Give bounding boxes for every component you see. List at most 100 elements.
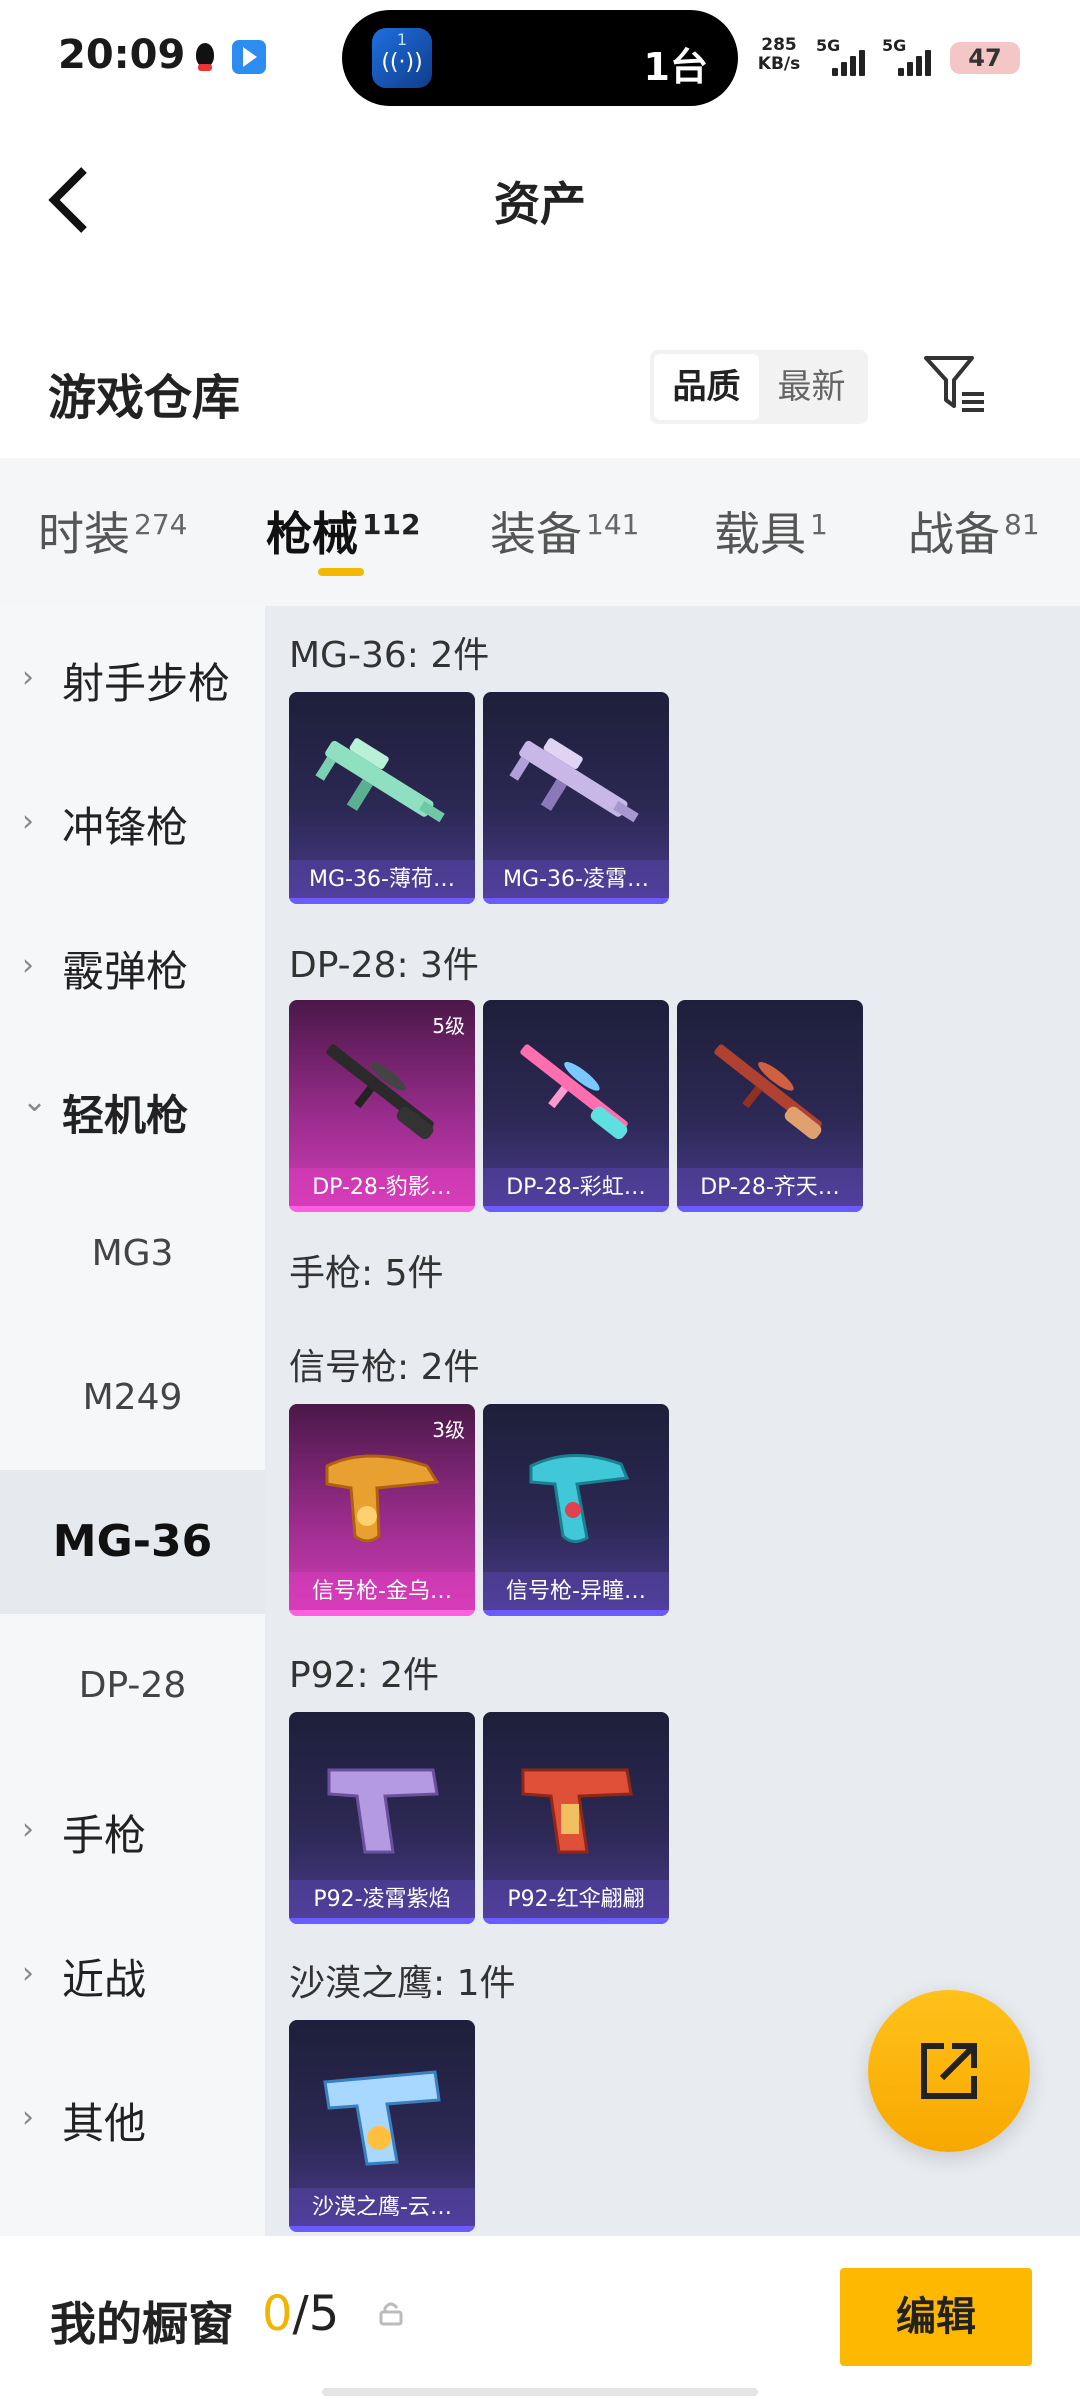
sidebar-subitem-dp28[interactable]: DP-28 bbox=[0, 1614, 265, 1758]
weapon-card[interactable]: MG-36-凌霄… bbox=[483, 692, 669, 904]
pistol-skin-icon bbox=[323, 2070, 441, 2166]
network-speed-unit: KB/s bbox=[757, 54, 801, 74]
weapon-card[interactable]: P92-红伞翩翩 bbox=[483, 1712, 669, 1924]
tab-weapons[interactable]: 枪械 112 bbox=[266, 498, 420, 564]
flare-gun-skin-icon bbox=[325, 1454, 440, 1543]
weapon-name: 信号枪-异瞳… bbox=[483, 1572, 669, 1612]
lmg-skin-icon bbox=[520, 1044, 628, 1140]
tab-label: 载具 bbox=[714, 507, 806, 561]
sidebar-item-pistol[interactable]: › 手枪 bbox=[0, 1758, 265, 1902]
tab-fashion[interactable]: 时装 274 bbox=[38, 498, 187, 564]
showcase-label: 我的橱窗 bbox=[50, 2297, 234, 2351]
group-title: 信号枪: 2件 bbox=[289, 1347, 480, 1388]
weapon-name: 信号枪-金乌… bbox=[289, 1572, 475, 1612]
island-device-count: 1台 bbox=[643, 45, 708, 89]
rarity-bar bbox=[289, 898, 475, 904]
hotspot-count: 1 bbox=[396, 30, 408, 49]
sidebar-item-label: 冲锋枪 bbox=[62, 803, 189, 852]
weapon-card[interactable]: 5级 DP-28-豹影… bbox=[289, 1000, 475, 1212]
rarity-bar bbox=[483, 1610, 669, 1616]
flare-gun-skin-icon bbox=[529, 1454, 630, 1543]
chevron-right-icon: › bbox=[22, 1812, 34, 1847]
rarity-bar bbox=[289, 1918, 475, 1924]
weapon-name: DP-28-齐天… bbox=[677, 1168, 863, 1208]
weapon-card[interactable]: 信号枪-异瞳… bbox=[483, 1404, 669, 1616]
network-speed-value: 285 bbox=[761, 35, 797, 55]
tab-equipment[interactable]: 装备 141 bbox=[490, 498, 639, 564]
filter-button[interactable] bbox=[920, 350, 990, 420]
weapon-name: P92-红伞翩翩 bbox=[483, 1880, 669, 1920]
network-speed: 285 KB/s bbox=[756, 36, 802, 74]
sort-toggle: 品质 最新 bbox=[650, 350, 868, 424]
tab-vehicles[interactable]: 载具 1 bbox=[714, 498, 828, 564]
rarity-bar bbox=[483, 1918, 669, 1924]
filter-icon bbox=[924, 356, 984, 412]
section-title: 游戏仓库 bbox=[48, 370, 241, 426]
group-title: 手枪: 5件 bbox=[289, 1253, 444, 1294]
home-indicator[interactable] bbox=[322, 2388, 758, 2396]
sort-by-quality[interactable]: 品质 bbox=[654, 354, 759, 420]
sidebar-item-lmg[interactable]: ⌄ 轻机枪 bbox=[0, 1038, 265, 1182]
lmg-skin-icon bbox=[326, 1044, 434, 1140]
sidebar-item-other[interactable]: › 其他 bbox=[0, 2046, 265, 2190]
tab-label: 战备 bbox=[908, 507, 1000, 561]
weapon-card[interactable]: 3级 信号枪-金乌… bbox=[289, 1404, 475, 1616]
share-button[interactable] bbox=[868, 1990, 1030, 2152]
group-title: 沙漠之鹰: 1件 bbox=[289, 1963, 516, 2004]
tab-count: 81 bbox=[1004, 507, 1040, 541]
weapon-name: P92-凌霄紫焰 bbox=[289, 1880, 475, 1920]
sidebar-item-shotgun[interactable]: › 霰弹枪 bbox=[0, 894, 265, 1038]
rarity-bar bbox=[289, 2226, 475, 2232]
showcase-current: 0 bbox=[262, 2286, 293, 2342]
qq-notification-icon bbox=[188, 40, 222, 74]
weapon-name: DP-28-豹影… bbox=[289, 1168, 475, 1208]
battery-icon: 47 bbox=[950, 42, 1020, 74]
dynamic-island[interactable]: 1 ((·)) 1台 bbox=[342, 10, 738, 106]
weapon-name: 沙漠之鹰-云… bbox=[289, 2188, 475, 2228]
chevron-right-icon: › bbox=[22, 804, 34, 839]
chevron-right-icon: › bbox=[22, 660, 34, 695]
sidebar-subitem-m249[interactable]: M249 bbox=[0, 1326, 265, 1470]
rarity-bar bbox=[289, 1610, 475, 1616]
weapon-category-sidebar: › 射手步枪 › 冲锋枪 › 霰弹枪 ⌄ 轻机枪 MG3 M249 MG-36 … bbox=[0, 606, 265, 2236]
weapon-name: MG-36-凌霄… bbox=[483, 860, 669, 900]
tab-label: 时装 bbox=[38, 507, 130, 561]
sidebar-subitem-mg3[interactable]: MG3 bbox=[0, 1182, 265, 1326]
weapon-name: MG-36-薄荷… bbox=[289, 860, 475, 900]
showcase-count: 0/5 bbox=[262, 2286, 339, 2342]
sidebar-item-melee[interactable]: › 近战 bbox=[0, 1902, 265, 2046]
tab-supplies[interactable]: 战备 81 bbox=[908, 498, 1040, 564]
sort-by-newest[interactable]: 最新 bbox=[759, 354, 864, 420]
rifle-skin-icon bbox=[315, 738, 445, 823]
sidebar-item-label: 霰弹枪 bbox=[62, 947, 189, 996]
weapon-card[interactable]: MG-36-薄荷… bbox=[289, 692, 475, 904]
hotspot-app-icon: 1 ((·)) bbox=[372, 28, 432, 88]
pistol-skin-icon bbox=[327, 1768, 439, 1854]
sidebar-subitem-mg36[interactable]: MG-36 bbox=[0, 1470, 265, 1614]
rarity-bar bbox=[289, 1206, 475, 1212]
chevron-right-icon: › bbox=[22, 948, 34, 983]
chevron-down-icon: ⌄ bbox=[22, 1084, 48, 1119]
weapon-card[interactable]: 沙漠之鹰-云… bbox=[289, 2020, 475, 2232]
page-title: 资产 bbox=[494, 177, 586, 231]
share-icon bbox=[921, 2043, 977, 2099]
weapon-card[interactable]: DP-28-齐天… bbox=[677, 1000, 863, 1212]
signal-icon: 5G bbox=[882, 36, 946, 76]
sidebar-item-label: 射手步枪 bbox=[62, 659, 231, 708]
sidebar-item-label: 轻机枪 bbox=[62, 1091, 189, 1140]
edit-button[interactable]: 编辑 bbox=[840, 2268, 1032, 2366]
sidebar-item-smg[interactable]: › 冲锋枪 bbox=[0, 750, 265, 894]
showcase-bar: 我的橱窗 0/5 编辑 bbox=[0, 2236, 1080, 2400]
showcase-total: /5 bbox=[292, 2286, 340, 2342]
rarity-bar bbox=[677, 1206, 863, 1212]
tab-count: 1 bbox=[810, 507, 828, 541]
active-tab-indicator bbox=[318, 568, 364, 576]
sidebar-item-marksman-rifle[interactable]: › 射手步枪 bbox=[0, 606, 265, 750]
weapon-card[interactable]: DP-28-彩虹… bbox=[483, 1000, 669, 1212]
weapon-card[interactable]: P92-凌霄紫焰 bbox=[289, 1712, 475, 1924]
sidebar-item-label: 手枪 bbox=[62, 1811, 147, 1860]
chevron-right-icon: › bbox=[22, 2100, 34, 2135]
group-title: MG-36: 2件 bbox=[289, 635, 490, 676]
group-title: P92: 2件 bbox=[289, 1655, 439, 1696]
hotspot-wave-icon: ((·)) bbox=[381, 50, 423, 75]
